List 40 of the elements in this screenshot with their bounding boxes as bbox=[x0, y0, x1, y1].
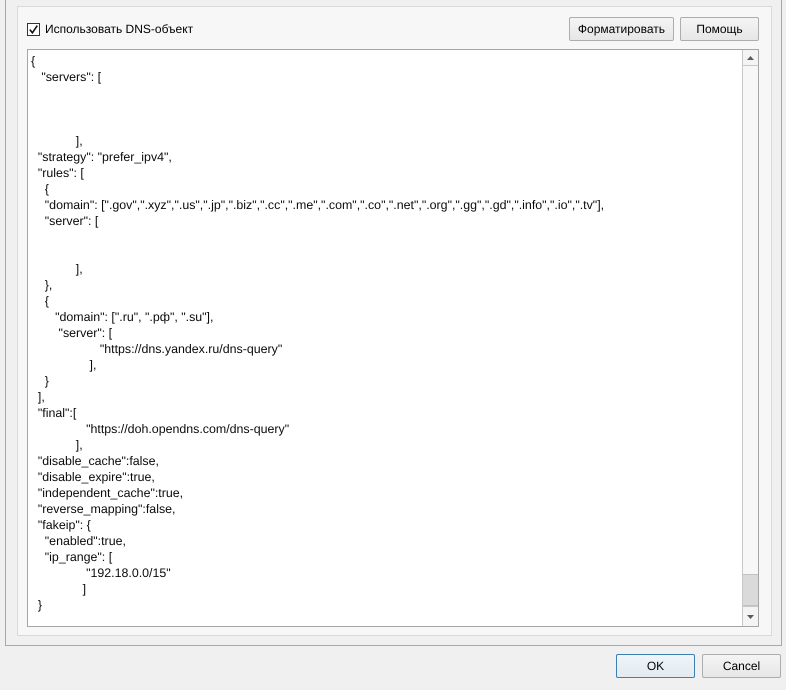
code-line: ], bbox=[38, 390, 45, 404]
code-line: "disable_cache":false, bbox=[38, 454, 159, 468]
code-line: ] bbox=[82, 582, 86, 596]
code-line: } bbox=[38, 598, 42, 612]
code-line: "reverse_mapping":false, bbox=[38, 502, 176, 516]
code-line: ], bbox=[90, 358, 96, 372]
code-line: "192.18.0.0/15" bbox=[86, 566, 171, 580]
code-line: "fakeip": { bbox=[38, 518, 91, 532]
code-line: "https://dns.yandex.ru/dns-query" bbox=[100, 342, 282, 356]
code-line: } bbox=[44, 374, 49, 388]
code-line: "enabled":true, bbox=[44, 534, 126, 548]
checkbox[interactable] bbox=[27, 22, 40, 36]
code-line: "domain": [".gov",".xyz",".us",".jp",".biz",".cc",".me",".com",".co",".net",".org",".gg",".gd",".info",".io",".tv"], bbox=[44, 198, 604, 212]
code-line: "server": [ bbox=[44, 214, 98, 228]
code-line: "ip_range": [ bbox=[44, 550, 112, 564]
code-line: "final":[ bbox=[38, 406, 76, 420]
code-line: "domain": [".ru", ".рф", ".su"], bbox=[55, 310, 214, 324]
code-line: "independent_cache":true, bbox=[38, 486, 184, 500]
code-line: { bbox=[44, 294, 49, 308]
ok-button[interactable]: OK bbox=[616, 654, 695, 678]
code-line: "servers": [ bbox=[41, 70, 102, 84]
code-line: }, bbox=[44, 278, 52, 292]
code-line: { bbox=[44, 182, 49, 196]
triangle-up-icon bbox=[747, 56, 754, 60]
code-line: "strategy": "prefer_ipv4", bbox=[38, 150, 172, 164]
code-line: "disable_expire":true, bbox=[38, 470, 155, 484]
code-line: ], bbox=[76, 438, 83, 452]
code-line: ], bbox=[76, 262, 83, 276]
checkbox-label[interactable]: Использовать DNS-объект bbox=[45, 22, 194, 36]
code-line: "https://doh.opendns.com/dns-query" bbox=[86, 422, 290, 436]
code-line: { bbox=[31, 54, 36, 68]
help-button[interactable]: Помощь bbox=[680, 17, 759, 41]
format-button[interactable]: Форматировать bbox=[568, 17, 674, 41]
scrollbar-thumb[interactable] bbox=[743, 574, 758, 606]
code-line: "server": [ bbox=[58, 326, 112, 340]
triangle-down-icon bbox=[747, 614, 754, 618]
cancel-button[interactable]: Cancel bbox=[702, 654, 781, 678]
checkmark-icon bbox=[29, 24, 38, 34]
code-line: "rules": [ bbox=[38, 166, 84, 180]
code-line: ], bbox=[76, 134, 83, 148]
